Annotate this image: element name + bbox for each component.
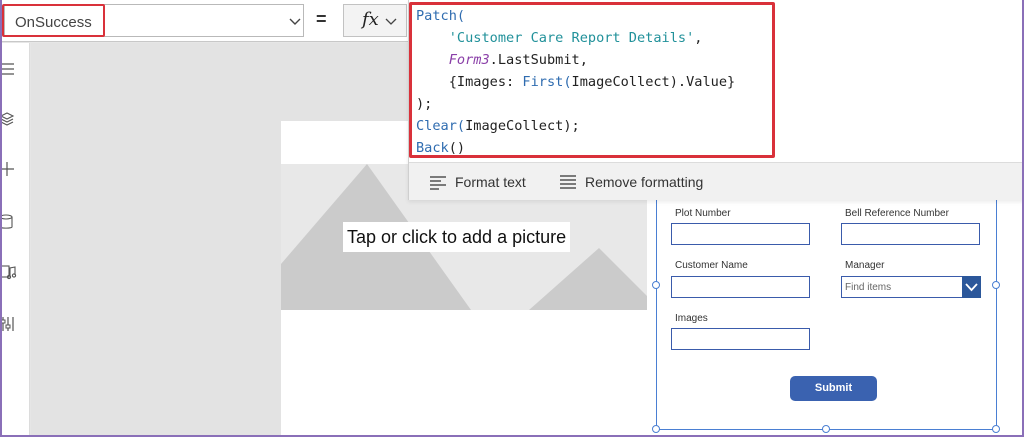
format-text-button[interactable]: Format text bbox=[429, 173, 526, 191]
resize-handle[interactable] bbox=[652, 425, 660, 433]
customer-name-input[interactable] bbox=[671, 276, 810, 298]
layers-icon[interactable] bbox=[0, 110, 18, 128]
property-highlight-box bbox=[2, 4, 105, 37]
plot-number-input[interactable] bbox=[671, 223, 810, 245]
field-label-bell-reference: Bell Reference Number bbox=[845, 208, 949, 219]
plus-icon[interactable] bbox=[0, 160, 18, 178]
fx-icon: fx bbox=[362, 9, 379, 30]
media-icon[interactable] bbox=[0, 263, 18, 281]
chevron-down-icon bbox=[385, 18, 397, 25]
field-label-images: Images bbox=[675, 313, 708, 324]
submit-button[interactable]: Submit bbox=[790, 376, 877, 401]
tools-icon[interactable] bbox=[0, 315, 18, 333]
resize-handle[interactable] bbox=[822, 425, 830, 433]
database-icon[interactable] bbox=[0, 213, 18, 231]
field-label-manager: Manager bbox=[845, 260, 885, 271]
code-highlight-box bbox=[409, 2, 775, 158]
resize-handle[interactable] bbox=[992, 425, 1000, 433]
format-text-label: Format text bbox=[455, 174, 526, 190]
remove-formatting-icon bbox=[560, 175, 576, 189]
chevron-down-icon bbox=[965, 283, 978, 292]
manager-placeholder: Find items bbox=[845, 282, 892, 293]
image-hint: Tap or click to add a picture bbox=[343, 222, 571, 252]
remove-formatting-button[interactable]: Remove formatting bbox=[559, 173, 703, 191]
resize-handle[interactable] bbox=[652, 281, 660, 289]
chevron-down-icon bbox=[289, 18, 301, 25]
images-input[interactable] bbox=[671, 328, 810, 350]
format-text-icon bbox=[430, 176, 446, 190]
bell-reference-input[interactable] bbox=[841, 223, 980, 245]
formula-editor[interactable]: Patch( 'Customer Care Report Details', F… bbox=[408, 0, 1024, 200]
resize-handle[interactable] bbox=[992, 281, 1000, 289]
fx-button[interactable]: fx bbox=[343, 4, 407, 37]
manager-combobox[interactable]: Find items bbox=[841, 276, 981, 298]
field-label-plot-number: Plot Number bbox=[675, 208, 731, 219]
remove-formatting-label: Remove formatting bbox=[585, 174, 704, 190]
editor-footer: Format text Remove formatting bbox=[409, 162, 1024, 200]
dropdown-toggle[interactable] bbox=[962, 276, 981, 298]
hamburger-icon[interactable] bbox=[0, 60, 18, 78]
field-label-customer-name: Customer Name bbox=[675, 260, 748, 271]
left-rail bbox=[0, 43, 30, 437]
equals-sign: = bbox=[316, 9, 327, 29]
